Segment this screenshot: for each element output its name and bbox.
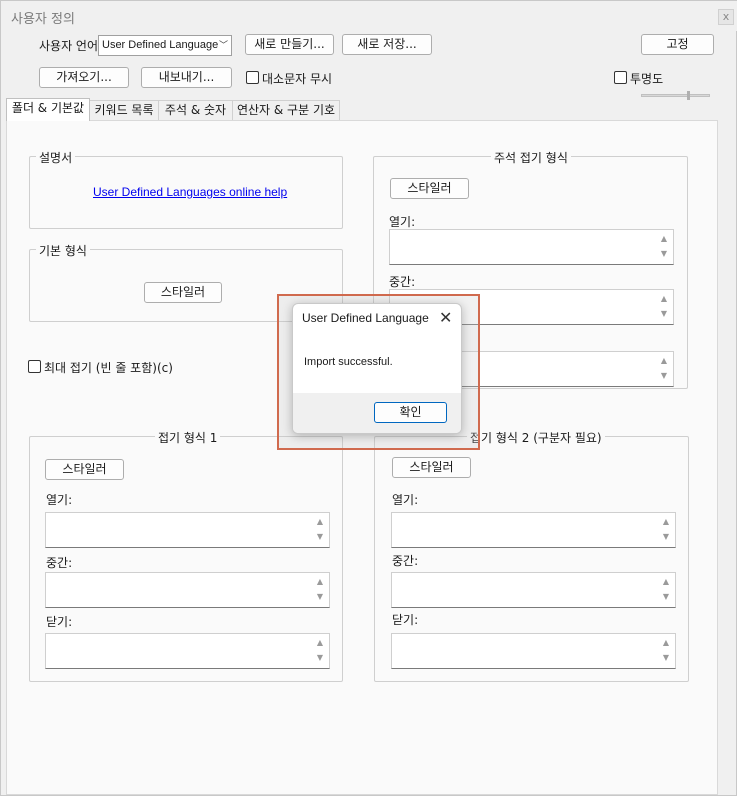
- fold2-middle-field[interactable]: ▲ ▼: [391, 572, 676, 608]
- comment-open-field[interactable]: ▲ ▼: [389, 229, 674, 265]
- tab-keywords[interactable]: 키워드 목록: [89, 100, 159, 120]
- default-style-title: 기본 형식: [36, 242, 90, 259]
- fold1-open-label: 열기:: [46, 493, 73, 507]
- tab-keywords-label: 키워드 목록: [94, 103, 154, 117]
- title-bar: 사용자 정의 x: [1, 1, 737, 31]
- comment-fold-title: 주석 접기 형식: [491, 149, 571, 166]
- default-styler-button[interactable]: 스타일러: [144, 282, 222, 303]
- dialog-title: User Defined Language: [302, 311, 429, 325]
- documentation-group: 설명서 User Defined Languages online help: [29, 149, 343, 229]
- fold2-styler-button[interactable]: 스타일러: [392, 457, 471, 478]
- fold1-open-field[interactable]: ▲ ▼: [45, 512, 330, 548]
- spin-down-icon[interactable]: ▼: [658, 248, 670, 260]
- spin-up-icon[interactable]: ▲: [314, 516, 326, 528]
- dialog-close-icon[interactable]: ✕: [439, 308, 452, 327]
- ignore-case-label: 대소문자 무시: [262, 72, 333, 86]
- fold1-styler-button[interactable]: 스타일러: [45, 459, 124, 480]
- spin-down-icon[interactable]: ▼: [658, 370, 670, 382]
- transparency-slider-thumb[interactable]: [687, 91, 690, 100]
- tab-folder-default-label: 폴더 & 기본값: [11, 101, 85, 115]
- fold2-open-field[interactable]: ▲ ▼: [391, 512, 676, 548]
- dialog-ok-button[interactable]: 확인: [374, 402, 447, 423]
- tab-folder-default[interactable]: 폴더 & 기본값: [6, 98, 90, 121]
- spin-down-icon[interactable]: ▼: [658, 308, 670, 320]
- import-result-dialog: User Defined Language ✕ Import successfu…: [292, 303, 462, 434]
- fold1-title: 접기 형식 1: [155, 429, 221, 446]
- fold1-close-field[interactable]: ▲ ▼: [45, 633, 330, 669]
- tab-operators-delimiters[interactable]: 연산자 & 구분 기호: [232, 100, 340, 120]
- export-button[interactable]: 내보내기...: [141, 67, 232, 88]
- chevron-down-icon: ﹀: [218, 40, 228, 50]
- language-select[interactable]: User Defined Language ﹀: [98, 35, 232, 56]
- spin-down-icon[interactable]: ▼: [314, 591, 326, 603]
- fold2-open-label: 열기:: [392, 493, 419, 507]
- online-help-link[interactable]: User Defined Languages online help: [93, 185, 287, 199]
- spin-down-icon[interactable]: ▼: [660, 652, 672, 664]
- fold2-middle-label: 중간:: [392, 554, 419, 568]
- language-label: 사용자 언어: [39, 39, 99, 53]
- spin-up-icon[interactable]: ▲: [658, 293, 670, 305]
- comment-middle-label: 중간:: [389, 275, 416, 289]
- close-icon: x: [722, 10, 730, 23]
- fold1-group: 접기 형식 1 스타일러 열기: ▲ ▼ 중간: ▲ ▼ 닫기: ▲ ▼: [29, 429, 343, 682]
- spin-up-icon[interactable]: ▲: [660, 576, 672, 588]
- transparency-checkbox[interactable]: [614, 71, 627, 84]
- tab-comment-number-label: 주석 & 숫자: [164, 103, 227, 117]
- spin-down-icon[interactable]: ▼: [660, 531, 672, 543]
- transparency-label: 투명도: [630, 72, 664, 86]
- comment-open-label: 열기:: [389, 215, 416, 229]
- fold-compact-checkbox[interactable]: [28, 360, 41, 373]
- window-close-button[interactable]: x: [718, 9, 734, 25]
- spin-down-icon[interactable]: ▼: [314, 531, 326, 543]
- spin-up-icon[interactable]: ▲: [658, 233, 670, 245]
- fold2-close-field[interactable]: ▲ ▼: [391, 633, 676, 669]
- spin-up-icon[interactable]: ▲: [314, 637, 326, 649]
- save-as-button[interactable]: 새로 저장...: [342, 34, 432, 55]
- fold1-middle-label: 중간:: [46, 556, 73, 570]
- fold2-close-label: 닫기:: [392, 613, 419, 627]
- tab-comment-number[interactable]: 주석 & 숫자: [158, 100, 233, 120]
- ignore-case-checkbox[interactable]: [246, 71, 259, 84]
- tab-panel: 설명서 User Defined Languages online help 기…: [6, 120, 718, 795]
- spin-down-icon[interactable]: ▼: [314, 652, 326, 664]
- language-select-value: User Defined Language: [102, 39, 219, 51]
- tab-operators-delimiters-label: 연산자 & 구분 기호: [236, 103, 336, 117]
- documentation-title: 설명서: [36, 149, 76, 166]
- fold2-title: 접기 형식 2 (구분자 필요): [467, 429, 605, 446]
- fold-compact-label: 최대 접기 (빈 줄 포함)(c): [44, 361, 173, 375]
- fold1-middle-field[interactable]: ▲ ▼: [45, 572, 330, 608]
- dock-button[interactable]: 고정: [641, 34, 714, 55]
- spin-up-icon[interactable]: ▲: [658, 355, 670, 367]
- fold1-close-label: 닫기:: [46, 615, 73, 629]
- spin-up-icon[interactable]: ▲: [660, 516, 672, 528]
- comment-styler-button[interactable]: 스타일러: [390, 178, 469, 199]
- import-button[interactable]: 가져오기...: [39, 67, 129, 88]
- fold2-group: 접기 형식 2 (구분자 필요) 스타일러 열기: ▲ ▼ 중간: ▲ ▼ 닫기…: [374, 429, 689, 682]
- transparency-slider[interactable]: [641, 94, 710, 97]
- window-title: 사용자 정의: [11, 12, 75, 27]
- dialog-message: Import successful.: [304, 356, 393, 368]
- spin-up-icon[interactable]: ▲: [314, 576, 326, 588]
- new-language-button[interactable]: 새로 만들기...: [245, 34, 334, 55]
- spin-down-icon[interactable]: ▼: [660, 591, 672, 603]
- spin-up-icon[interactable]: ▲: [660, 637, 672, 649]
